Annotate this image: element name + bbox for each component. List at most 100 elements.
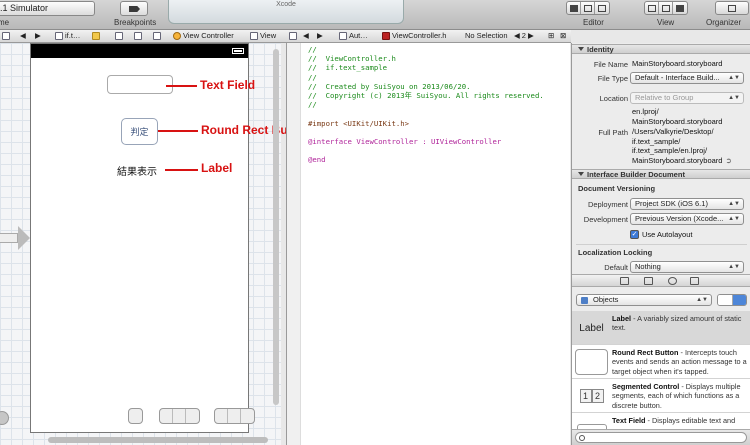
code-line[interactable]: #import <UIKit/UIKit.h> [308,119,544,128]
add-icon: ⊞ [548,31,555,40]
round-rect-button[interactable]: 判定 [121,118,158,145]
folder-icon [92,32,100,40]
object-library-tab-icon[interactable] [668,277,677,285]
file-name-label: File Name [593,60,628,69]
breadcrumb-view[interactable]: View [250,30,276,42]
canvas-horizontal-scrollbar[interactable] [48,437,268,443]
selection-breadcrumb[interactable]: No Selection [465,30,508,42]
text-field[interactable] [107,75,173,94]
round-rect-button-object-icon [575,349,608,375]
utilities-toggle[interactable] [673,2,687,14]
initial-scene-arrow-head [18,226,30,250]
code-line[interactable]: // [308,73,544,82]
icon-view-button[interactable] [718,295,733,305]
add-editor-button[interactable]: ⊞ [548,30,554,42]
editor-forward-button[interactable]: ▶ [317,30,323,42]
storyboard-canvas[interactable]: 判定 結果表示 Text Field Round Rect Button Lab… [0,43,310,445]
assistant-editor-button[interactable] [581,2,595,14]
breadcrumb-project[interactable]: if.t… [55,30,80,42]
deployment-popup[interactable]: Project SDK (iOS 6.1) ▲▼ [630,198,744,210]
editor-related-button[interactable] [289,30,297,42]
code-line[interactable]: // ViewController.h [308,54,544,63]
code-line[interactable]: @interface ViewController : UIViewContro… [308,137,544,146]
scheme-caption: me [0,18,10,27]
back-button[interactable]: ◀ [20,30,26,42]
localization-locking-title: Localization Locking [578,248,653,257]
form-factor-button[interactable] [128,408,143,424]
file-name-value: MainStoryboard.storyboard [632,59,723,68]
view-control[interactable] [644,1,688,15]
library-item-segmented-control[interactable]: 12 Segmented Control - Displays multiple… [572,379,750,413]
annotation-line-button [158,130,198,132]
ib-document-section-header[interactable]: Interface Builder Document [572,169,750,179]
navigator-toggle[interactable] [645,2,659,14]
code-line[interactable]: // [308,45,544,54]
canvas-vertical-scrollbar[interactable] [273,49,279,405]
list-view-button[interactable] [732,295,746,305]
code-line[interactable]: // Copyright (c) 2013年 SuiSyou. All righ… [308,91,544,100]
header-file-icon [382,32,390,40]
library-search-input[interactable] [575,432,747,443]
annotation-line-text-field [166,85,197,87]
layout-controls[interactable] [159,408,200,424]
standard-editor-button[interactable] [567,2,581,14]
zoom-controls[interactable] [214,408,255,424]
identity-section-header[interactable]: Identity [572,44,750,54]
development-popup[interactable]: Previous Version (Xcode... ▲▼ [630,213,744,225]
library-view-toggle[interactable] [717,294,747,306]
code-line[interactable]: @end [308,155,544,164]
result-label[interactable]: 結果表示 [117,163,157,178]
scheme-popup[interactable]: .1 Simulator [0,1,95,16]
file-type-popup[interactable]: Default - Interface Build... ▲▼ [630,72,744,84]
media-library-tab-icon[interactable] [690,277,699,285]
code-line[interactable] [308,128,544,137]
code-line[interactable] [308,146,544,155]
grid-icon [289,32,297,40]
breadcrumb-lproj[interactable] [134,30,142,42]
code-editor[interactable]: //// ViewController.h// if.text_sample//… [286,43,570,445]
file-breadcrumb[interactable]: ViewController.h [382,30,446,42]
editor-mode-control[interactable] [566,1,610,15]
editor-gutter[interactable] [287,43,301,445]
library-tab-bar [572,274,750,287]
editor-back-button[interactable]: ◀ [303,30,309,42]
library-item-label[interactable]: Label Label - A variably sized amount of… [572,311,750,345]
autolayout-checkbox[interactable]: ✓ [630,230,639,239]
related-items-button[interactable] [2,30,10,42]
breadcrumb-folder[interactable] [92,30,100,42]
breakpoints-button[interactable] [120,1,148,16]
debug-area-toggle[interactable] [659,2,673,14]
counterpart-stepper[interactable]: ◀ 2 ▶ [514,30,534,42]
scene-icon [153,32,161,40]
organizer-slot [716,2,748,14]
forward-button[interactable]: ▶ [35,30,41,42]
close-editor-button[interactable]: ⊠ [560,30,566,42]
code-text[interactable]: //// ViewController.h// if.text_sample//… [308,45,544,165]
code-snippet-tab-icon[interactable] [644,277,653,285]
version-editor-button[interactable] [595,2,609,14]
default-lock-popup[interactable]: Nothing ▲▼ [630,261,744,273]
code-line[interactable]: // Created by SuiSyou on 2013/06/20. [308,82,544,91]
library-filter-popup[interactable]: Objects ▲▼ [576,294,712,306]
library-item-round-rect-button[interactable]: Round Rect Button - Intercepts touch eve… [572,345,750,379]
organizer-button[interactable] [715,1,749,15]
location-path-line: en.lproj/ [632,107,659,116]
organizer-label: Organizer [706,18,742,27]
library-item-text: Segmented Control - Displays multiple se… [612,382,748,410]
code-line[interactable]: // [308,100,544,109]
disclosure-triangle-icon [578,172,584,176]
breadcrumb-storyboard[interactable] [115,30,123,42]
breadcrumb-scene[interactable] [153,30,161,42]
canvas-outline-toggle[interactable] [0,411,9,425]
automatic-button[interactable]: Aut… [339,30,368,42]
counterpart-count: 2 [521,31,526,40]
code-line[interactable] [308,109,544,118]
reveal-in-finder-icon[interactable]: ➲ [725,156,731,166]
view-controller-scene[interactable]: 判定 結果表示 [30,43,249,433]
breadcrumb-controller[interactable]: View Controller [173,30,234,42]
file-template-tab-icon[interactable] [620,277,629,285]
code-line[interactable]: // if.text_sample [308,63,544,72]
utilities-icon [676,4,684,12]
align-icon [160,409,173,423]
location-popup[interactable]: Relative to Group ▲▼ [630,92,744,104]
